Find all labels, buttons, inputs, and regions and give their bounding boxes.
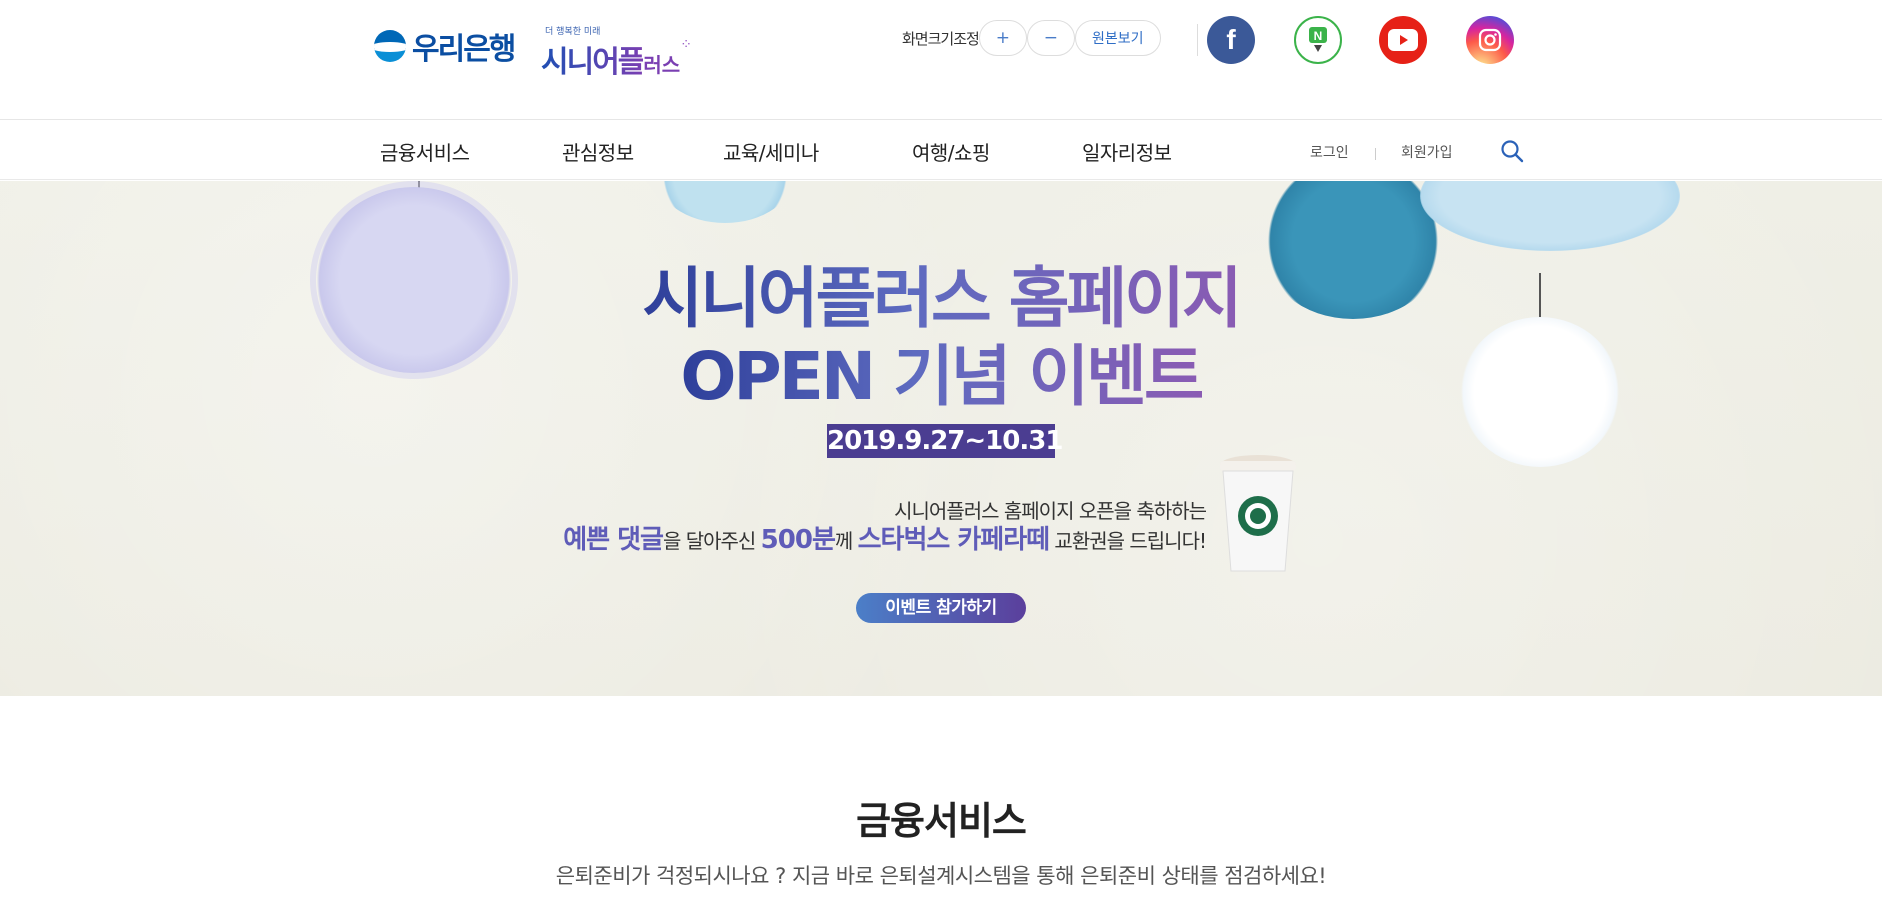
senior-logo-tail: 러스 bbox=[643, 53, 681, 77]
instagram-glyph bbox=[1478, 28, 1502, 52]
copy-fragment: 을 달아주신 bbox=[662, 529, 761, 553]
highlight-comment: 예쁜 댓글 bbox=[563, 525, 664, 555]
senior-plus-logo[interactable]: 더 행복한 미래 시니어플러스⁘ bbox=[541, 24, 692, 81]
banner-title-line1: 시니어플러스 홈페이지 bbox=[642, 260, 1242, 337]
section-description: 은퇴준비가 걱정되시나요 ? 지금 바로 은퇴설계시스템을 통해 은퇴준비 상태… bbox=[555, 864, 1327, 888]
woori-bank-logo[interactable]: 우리은행 bbox=[374, 24, 516, 68]
instagram-icon[interactable] bbox=[1466, 16, 1514, 64]
woori-logo-icon bbox=[374, 30, 406, 62]
main-navigation: 금융서비스 관심정보 교육/세미나 여행/쇼핑 일자리정보 로그인 회원가입 bbox=[0, 120, 1882, 180]
sparkle-icon: ⁘ bbox=[680, 37, 692, 53]
youtube-icon[interactable] bbox=[1379, 16, 1427, 64]
join-event-button[interactable]: 이벤트 참가하기 bbox=[856, 593, 1026, 623]
event-banner[interactable]: 시니어플러스 홈페이지 OPEN 기념 이벤트 2019.9.27~10.31 … bbox=[0, 181, 1882, 696]
senior-logo-subtitle: 더 행복한 미래 bbox=[545, 27, 601, 37]
copy-fragment: 께 bbox=[834, 529, 858, 553]
nav-item-interest-info[interactable]: 관심정보 bbox=[562, 137, 634, 166]
header-divider bbox=[1197, 24, 1198, 56]
highlight-prize: 스타벅스 카페라떼 bbox=[857, 525, 1050, 555]
signup-link[interactable]: 회원가입 bbox=[1401, 142, 1453, 162]
font-size-decrease-button[interactable]: − bbox=[1026, 20, 1075, 56]
blog-glyph: N bbox=[1309, 27, 1327, 52]
naver-blog-icon[interactable]: N bbox=[1294, 16, 1342, 64]
woori-logo-text: 우리은행 bbox=[412, 32, 516, 67]
youtube-glyph bbox=[1388, 29, 1418, 51]
nav-divider bbox=[1375, 148, 1376, 160]
nav-item-job-info[interactable]: 일자리정보 bbox=[1082, 137, 1172, 166]
event-period: 2019.9.27~10.31 bbox=[827, 424, 1063, 458]
coffee-cup-icon bbox=[1220, 455, 1296, 572]
font-size-label: 화면크기조정 bbox=[902, 29, 980, 48]
copy-fragment: 교환권을 드립니다! bbox=[1049, 529, 1207, 553]
banner-title-line2: OPEN 기념 이벤트 bbox=[680, 338, 1204, 415]
nav-item-financial-services[interactable]: 금융서비스 bbox=[380, 137, 470, 166]
nav-item-travel-shopping[interactable]: 여행/쇼핑 bbox=[912, 137, 990, 166]
font-size-control: 화면크기조정 + − 원본보기 bbox=[902, 20, 1161, 56]
senior-logo-main: 시니어플 bbox=[541, 45, 645, 80]
facebook-icon[interactable]: f bbox=[1207, 16, 1255, 64]
login-link[interactable]: 로그인 bbox=[1310, 142, 1349, 162]
svg-text:N: N bbox=[1314, 29, 1323, 43]
section-title: 금융서비스 bbox=[856, 799, 1027, 843]
highlight-count: 500분 bbox=[760, 525, 836, 555]
banner-copy-line2: 예쁜 댓글을 달아주신 500분께 스타벅스 카페라떼 교환권을 드립니다! bbox=[560, 519, 1207, 556]
font-size-increase-button[interactable]: + bbox=[978, 20, 1027, 56]
nav-item-education-seminar[interactable]: 교육/세미나 bbox=[723, 137, 819, 166]
search-icon[interactable] bbox=[1500, 139, 1524, 163]
font-size-reset-button[interactable]: 원본보기 bbox=[1074, 20, 1161, 56]
top-header: 우리은행 더 행복한 미래 시니어플러스⁘ 화면크기조정 + − 원본보기 f … bbox=[0, 0, 1882, 120]
